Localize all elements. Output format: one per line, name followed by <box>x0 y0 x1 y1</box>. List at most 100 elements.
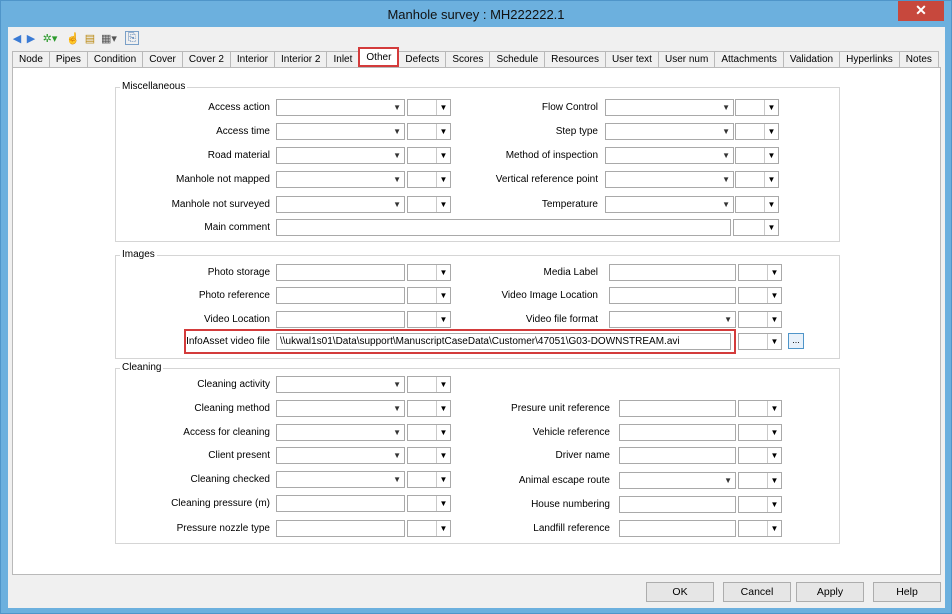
animal-escape-route-flag[interactable]: ▼ <box>738 472 782 489</box>
client-present-flag[interactable]: ▼ <box>407 447 451 464</box>
driver-name-flag[interactable]: ▼ <box>738 447 782 464</box>
animal-escape-route-dropdown[interactable]: ▼ <box>619 472 736 489</box>
house-numbering-label: House numbering <box>531 499 610 510</box>
tab-attachments[interactable]: Attachments <box>714 51 784 67</box>
tab-scores[interactable]: Scores <box>445 51 491 67</box>
step-type-dropdown[interactable]: ▼ <box>605 123 734 140</box>
method-of-inspection-flag[interactable]: ▼ <box>735 147 779 164</box>
client-present-dropdown[interactable]: ▼ <box>276 447 405 464</box>
tab-notes[interactable]: Notes <box>898 51 939 67</box>
pressure-nozzle-type-flag[interactable]: ▼ <box>407 520 451 537</box>
vehicle-reference-flag[interactable]: ▼ <box>738 424 782 441</box>
group-title: Images <box>120 249 157 260</box>
video-file-format-flag[interactable]: ▼ <box>738 311 782 328</box>
cleaning-pressure-flag[interactable]: ▼ <box>407 495 451 512</box>
tab-inlet[interactable]: Inlet <box>326 51 360 67</box>
photo-reference-input[interactable] <box>276 287 405 304</box>
photo-storage-input[interactable] <box>276 264 405 281</box>
vertical-reference-point-label: Vertical reference point <box>495 174 598 185</box>
video-location-input[interactable] <box>276 311 405 328</box>
house-numbering-flag[interactable]: ▼ <box>738 496 782 513</box>
video-location-flag[interactable]: ▼ <box>407 311 451 328</box>
presure-unit-reference-flag[interactable]: ▼ <box>738 400 782 417</box>
tab-pipes[interactable]: Pipes <box>48 51 88 67</box>
video-image-location-input[interactable] <box>609 287 736 304</box>
house-numbering-input[interactable] <box>619 496 736 513</box>
flow-control-flag[interactable]: ▼ <box>735 99 779 116</box>
tab-node[interactable]: Node <box>12 51 50 67</box>
tab-user-num[interactable]: User num <box>657 51 716 67</box>
tab-validation[interactable]: Validation <box>782 51 841 67</box>
cleaning-method-flag[interactable]: ▼ <box>407 400 451 417</box>
manhole-not-surveyed-dropdown[interactable]: ▼ <box>276 196 405 213</box>
presure-unit-reference-input[interactable] <box>619 400 736 417</box>
manhole-not-surveyed-flag[interactable]: ▼ <box>407 196 451 213</box>
infoasset-video-file-flag[interactable]: ▼ <box>738 333 782 350</box>
ok-button[interactable]: OK <box>646 582 714 602</box>
film-icon[interactable]: ▦▾ <box>100 31 118 45</box>
access-for-cleaning-flag[interactable]: ▼ <box>407 424 451 441</box>
title-bar[interactable]: Manhole survey : MH222222.1 ✕ <box>1 1 951 27</box>
cleaning-checked-dropdown[interactable]: ▼ <box>276 471 405 488</box>
photo-storage-flag[interactable]: ▼ <box>407 264 451 281</box>
tab-cover-2[interactable]: Cover 2 <box>181 51 231 67</box>
browse-button[interactable]: ... <box>788 333 804 349</box>
main-comment-flag[interactable]: ▼ <box>733 219 779 236</box>
apply-button[interactable]: Apply <box>796 582 864 602</box>
tab-defects[interactable]: Defects <box>398 51 447 67</box>
media-label-input[interactable] <box>609 264 736 281</box>
road-material-dropdown[interactable]: ▼ <box>276 147 405 164</box>
access-action-dropdown[interactable]: ▼ <box>276 99 405 116</box>
cleaning-checked-flag[interactable]: ▼ <box>407 471 451 488</box>
tab-condition[interactable]: Condition <box>86 51 144 67</box>
landfill-reference-flag[interactable]: ▼ <box>738 520 782 537</box>
access-for-cleaning-dropdown[interactable]: ▼ <box>276 424 405 441</box>
access-action-flag[interactable]: ▼ <box>407 99 451 116</box>
forward-arrow-icon[interactable]: ▶ <box>25 31 37 45</box>
manhole-not-mapped-dropdown[interactable]: ▼ <box>276 171 405 188</box>
method-of-inspection-dropdown[interactable]: ▼ <box>605 147 734 164</box>
cleaning-method-dropdown[interactable]: ▼ <box>276 400 405 417</box>
notes-icon[interactable]: ▤ <box>83 31 97 45</box>
vertical-reference-point-dropdown[interactable]: ▼ <box>605 171 734 188</box>
cleaning-activity-dropdown[interactable]: ▼ <box>276 376 405 393</box>
road-material-flag[interactable]: ▼ <box>407 147 451 164</box>
media-label-flag[interactable]: ▼ <box>738 264 782 281</box>
tab-cover[interactable]: Cover <box>142 51 183 67</box>
tab-interior[interactable]: Interior <box>229 51 276 67</box>
tab-schedule[interactable]: Schedule <box>489 51 546 67</box>
tab-interior-2[interactable]: Interior 2 <box>274 51 328 67</box>
settings-icon[interactable]: ✲▾ <box>41 31 59 45</box>
cancel-button[interactable]: Cancel <box>723 582 791 602</box>
access-time-label: Access time <box>216 126 270 137</box>
cleaning-activity-flag[interactable]: ▼ <box>407 376 451 393</box>
back-arrow-icon[interactable]: ◀ <box>11 31 23 45</box>
close-button[interactable]: ✕ <box>898 1 944 21</box>
photo-reference-flag[interactable]: ▼ <box>407 287 451 304</box>
attach-icon[interactable]: ⎘ <box>125 31 139 45</box>
cleaning-pressure-input[interactable] <box>276 495 405 512</box>
flow-control-dropdown[interactable]: ▼ <box>605 99 734 116</box>
manhole-not-mapped-flag[interactable]: ▼ <box>407 171 451 188</box>
vertical-reference-point-flag[interactable]: ▼ <box>735 171 779 188</box>
tab-resources[interactable]: Resources <box>544 51 606 67</box>
video-file-format-dropdown[interactable]: ▼ <box>609 311 736 328</box>
main-comment-input[interactable] <box>276 219 731 236</box>
landfill-reference-input[interactable] <box>619 520 736 537</box>
access-time-flag[interactable]: ▼ <box>407 123 451 140</box>
step-type-flag[interactable]: ▼ <box>735 123 779 140</box>
video-image-location-flag[interactable]: ▼ <box>738 287 782 304</box>
vehicle-reference-input[interactable] <box>619 424 736 441</box>
tab-other[interactable]: Other <box>358 47 400 67</box>
driver-name-input[interactable] <box>619 447 736 464</box>
driver-name-label: Driver name <box>555 450 610 461</box>
infoasset-video-file-input[interactable]: \\ukwal1s01\Data\support\ManuscriptCaseD… <box>276 333 731 350</box>
help-button[interactable]: Help <box>873 582 941 602</box>
temperature-dropdown[interactable]: ▼ <box>605 196 734 213</box>
pointer-icon[interactable]: ☝ <box>66 31 80 45</box>
tab-user-text[interactable]: User text <box>604 51 659 67</box>
tab-hyperlinks[interactable]: Hyperlinks <box>839 51 900 67</box>
temperature-flag[interactable]: ▼ <box>735 196 779 213</box>
access-time-dropdown[interactable]: ▼ <box>276 123 405 140</box>
pressure-nozzle-type-input[interactable] <box>276 520 405 537</box>
